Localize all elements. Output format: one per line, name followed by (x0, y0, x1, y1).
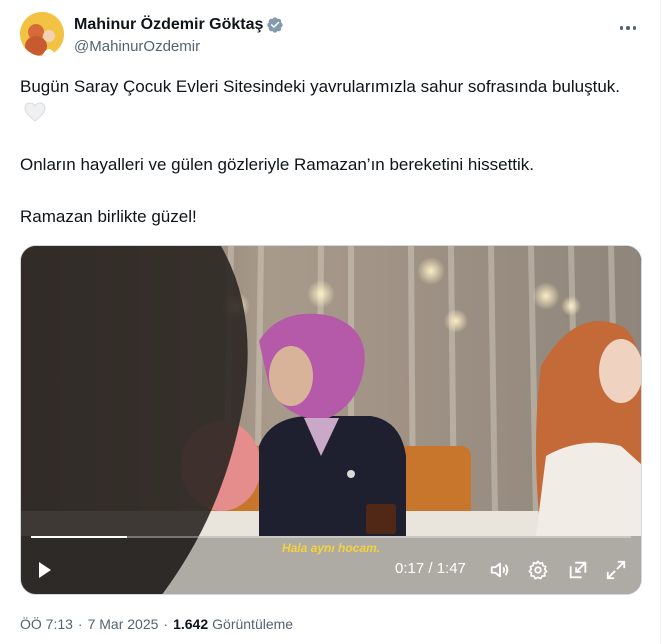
popout-icon[interactable] (565, 557, 591, 583)
tweet-card: Mahinur Özdemir Göktaş @MahinurOzdemir B… (0, 0, 661, 644)
tweet-line-2: Onların hayalleri ve gülen gözleriyle Ra… (20, 155, 535, 174)
tweet-line-1: Bugün Saray Çocuk Evleri Sitesindeki yav… (20, 74, 640, 126)
tweet-line-3: Ramazan birlikte güzel! (20, 207, 197, 226)
progress-bar[interactable] (31, 536, 631, 538)
meta-separator: · (77, 616, 83, 632)
handle[interactable]: @MahinurOzdemir (74, 38, 200, 55)
tweet-meta: ÖÖ 7:13 · 7 Mar 2025 · 1.642 Görüntüleme (20, 616, 293, 632)
meta-separator: · (163, 616, 169, 632)
display-name[interactable]: Mahinur Özdemir Göktaş (74, 16, 263, 34)
settings-icon[interactable] (525, 557, 551, 583)
more-options-icon[interactable] (616, 18, 640, 38)
video-time: 0:17 / 1:47 (395, 560, 466, 577)
tweet-text: Bugün Saray Çocuk Evleri Sitesindeki yav… (20, 74, 640, 230)
tweet-date[interactable]: 7 Mar 2025 (88, 616, 159, 632)
views-label: Görüntüleme (212, 616, 294, 632)
white-heart-icon (24, 102, 46, 122)
volume-icon[interactable] (487, 557, 513, 583)
video-player[interactable]: Hala aynı hocam. 0:17 / 1:47 (20, 245, 642, 595)
tweet-time[interactable]: ÖÖ 7:13 (20, 616, 73, 632)
verified-badge-icon (266, 16, 284, 34)
tweet-header: Mahinur Özdemir Göktaş @MahinurOzdemir (20, 12, 640, 60)
avatar[interactable] (20, 12, 64, 56)
video-controls: 0:17 / 1:47 (21, 544, 641, 594)
views-count[interactable]: 1.642 (173, 616, 208, 632)
play-icon[interactable] (31, 557, 57, 583)
fullscreen-icon[interactable] (603, 557, 629, 583)
progress-fill (31, 536, 127, 538)
